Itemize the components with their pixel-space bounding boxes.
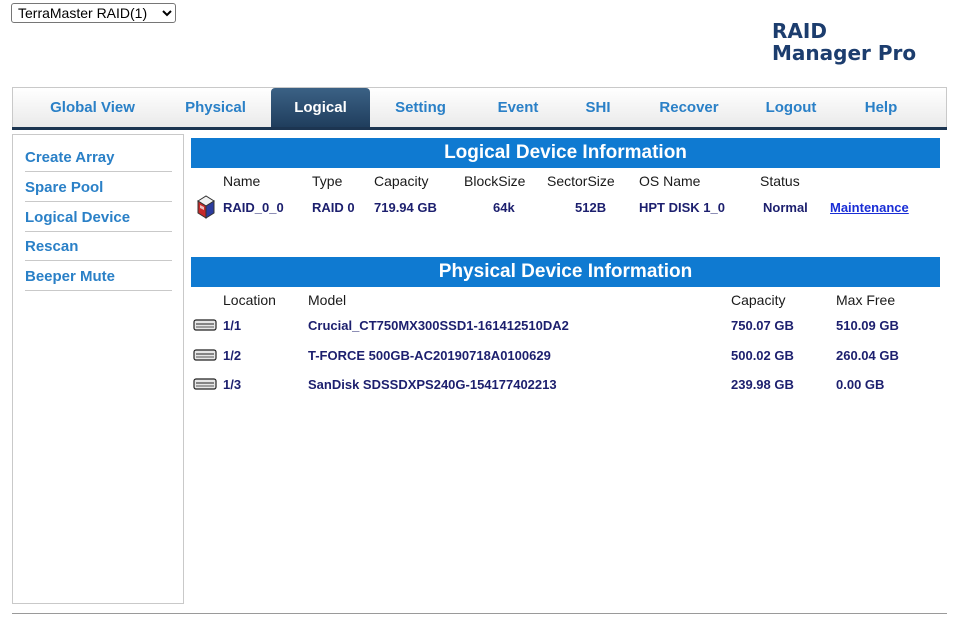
tab-help[interactable]: Help (856, 88, 906, 127)
maintenance-link[interactable]: Maintenance (830, 200, 909, 215)
raid-array-icon[interactable] (196, 194, 216, 220)
tab-global-view[interactable]: Global View (35, 88, 150, 127)
phys-location: 1/3 (223, 377, 242, 392)
logical-blocksize: 64k (493, 200, 515, 215)
sidebar: Create Array Spare Pool Logical Device R… (12, 134, 184, 604)
phys-capacity: 500.02 GB (731, 348, 794, 363)
col-location: Location (223, 292, 276, 308)
sidebar-item-beeper-mute[interactable]: Beeper Mute (25, 262, 172, 291)
phys-model: SanDisk SDSSDXPS240G-154177402213 (308, 377, 557, 392)
main-tab-bar: Global View Physical Logical Setting Eve… (12, 87, 947, 130)
brand-logo: RAID Manager Pro (772, 20, 916, 64)
tab-setting[interactable]: Setting (383, 88, 458, 127)
disk-drive-icon[interactable] (193, 377, 217, 391)
phys-maxfree: 510.09 GB (836, 318, 899, 333)
sidebar-item-spare-pool[interactable]: Spare Pool (25, 173, 172, 202)
col-capacity: Capacity (374, 173, 429, 189)
phys-model: T-FORCE 500GB-AC20190718A0100629 (308, 348, 551, 363)
phys-maxfree: 0.00 GB (836, 377, 885, 392)
logical-type: RAID 0 (312, 200, 355, 215)
col-status: Status (760, 173, 800, 189)
logical-sectorsize: 512B (575, 200, 607, 215)
disk-drive-icon[interactable] (193, 318, 217, 332)
phys-capacity: 750.07 GB (731, 318, 794, 333)
tab-logical[interactable]: Logical (271, 88, 370, 128)
phys-location: 1/1 (223, 318, 242, 333)
phys-location: 1/2 (223, 348, 242, 363)
phys-maxfree: 260.04 GB (836, 348, 899, 363)
col-blocksize: BlockSize (464, 173, 526, 189)
tab-shi[interactable]: SHI (573, 88, 623, 127)
brand-line2: Manager Pro (772, 41, 917, 65)
tab-recover[interactable]: Recover (649, 88, 729, 127)
phys-model: Crucial_CT750MX300SSD1-161412510DA2 (308, 318, 569, 333)
col-type: Type (312, 173, 343, 189)
logical-capacity: 719.94 GB (374, 200, 437, 215)
brand-line1: RAID (772, 19, 827, 43)
phys-capacity: 239.98 GB (731, 377, 794, 392)
disk-drive-icon[interactable] (193, 348, 217, 362)
logical-device-header: Logical Device Information (191, 138, 940, 168)
col-sectorsize: SectorSize (547, 173, 615, 189)
col-osname: OS Name (639, 173, 701, 189)
col-phys-capacity: Capacity (731, 292, 786, 308)
controller-select[interactable]: TerraMaster RAID(1) (11, 3, 176, 23)
col-maxfree: Max Free (836, 292, 896, 308)
sidebar-item-rescan[interactable]: Rescan (25, 232, 172, 261)
physical-device-header: Physical Device Information (191, 257, 940, 287)
tab-event[interactable]: Event (483, 88, 553, 127)
sidebar-item-create-array[interactable]: Create Array (25, 143, 172, 172)
sidebar-item-logical-device[interactable]: Logical Device (25, 203, 172, 232)
col-name: Name (223, 173, 261, 189)
footer-divider (12, 613, 947, 614)
logical-status: Normal (763, 200, 808, 215)
tab-physical[interactable]: Physical (173, 88, 258, 127)
logical-name: RAID_0_0 (223, 200, 284, 215)
col-model: Model (308, 292, 347, 308)
tab-logout[interactable]: Logout (756, 88, 826, 127)
logical-osname: HPT DISK 1_0 (639, 200, 725, 215)
